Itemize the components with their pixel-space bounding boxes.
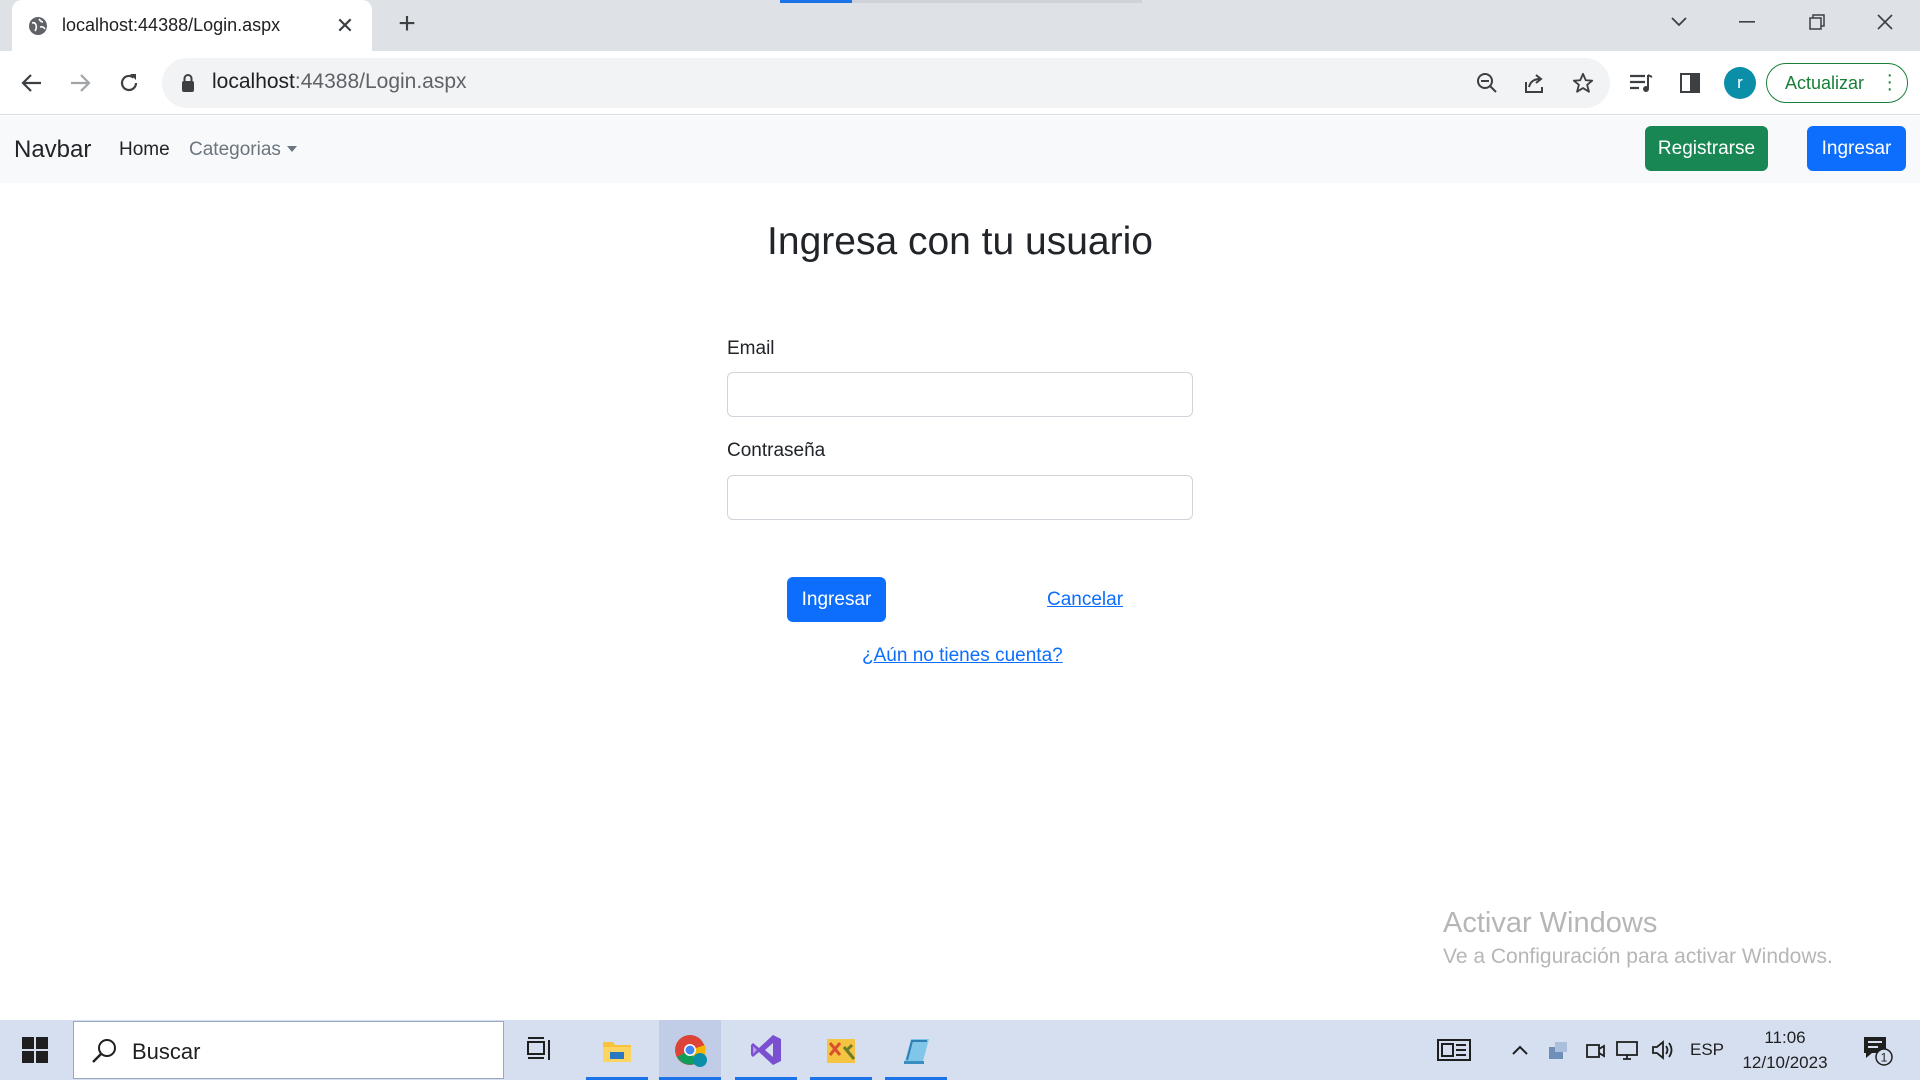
register-button[interactable]: Registrarse bbox=[1645, 126, 1768, 171]
nav-dropdown-categories[interactable]: Categorias bbox=[189, 139, 297, 161]
password-label: Contraseña bbox=[727, 440, 826, 461]
browser-toolbar: localhost:44388/Login.aspx r Actualizar … bbox=[0, 51, 1920, 115]
share-icon[interactable] bbox=[1520, 68, 1550, 98]
taskbar-clock[interactable]: 11:06 12/10/2023 bbox=[1740, 1025, 1830, 1075]
tab-loading-indicator bbox=[780, 0, 852, 3]
new-tab-button[interactable]: + bbox=[392, 9, 422, 40]
page-title: Ingresa con tu usuario bbox=[767, 220, 1153, 263]
reload-icon[interactable] bbox=[109, 63, 149, 103]
cancel-link[interactable]: Cancelar bbox=[1047, 589, 1123, 611]
navbar-login-button[interactable]: Ingresar bbox=[1807, 126, 1906, 171]
forward-arrow-icon[interactable] bbox=[60, 63, 100, 103]
media-control-icon[interactable] bbox=[1621, 63, 1661, 103]
clock-time: 11:06 bbox=[1764, 1028, 1806, 1047]
windows-start-icon[interactable] bbox=[10, 1020, 60, 1080]
signup-link[interactable]: ¿Aún no tienes cuenta? bbox=[862, 645, 1063, 667]
tab-title: localhost:44388/Login.aspx bbox=[62, 15, 281, 35]
restore-icon[interactable] bbox=[1782, 0, 1852, 44]
taskbar-search-placeholder: Buscar bbox=[132, 1039, 201, 1064]
show-hidden-icons-chevron-icon[interactable] bbox=[1505, 1020, 1535, 1080]
lock-icon[interactable] bbox=[180, 73, 196, 93]
windows-taskbar: Buscar ESP 11:06 12/10/2023 1 bbox=[0, 1020, 1920, 1080]
email-field[interactable] bbox=[727, 372, 1193, 417]
notification-count: 1 bbox=[1881, 1051, 1888, 1065]
back-arrow-icon[interactable] bbox=[12, 63, 52, 103]
notepad-icon[interactable] bbox=[885, 1020, 947, 1080]
site-navbar: Navbar Home Categorias Registrarse Ingre… bbox=[0, 116, 1920, 183]
sql-server-tray-icon[interactable] bbox=[1543, 1020, 1573, 1080]
nav-link-home[interactable]: Home bbox=[119, 139, 170, 161]
more-menu-icon[interactable]: · · · bbox=[1886, 65, 1893, 99]
zoom-out-icon[interactable] bbox=[1472, 68, 1502, 98]
url-host: localhost bbox=[212, 70, 295, 93]
url-text: localhost:44388/Login.aspx bbox=[212, 70, 467, 94]
activation-watermark-subtitle: Ve a Configuración para activar Windows. bbox=[1443, 945, 1833, 968]
volume-icon[interactable] bbox=[1648, 1020, 1678, 1080]
password-field[interactable] bbox=[727, 475, 1193, 520]
browser-tab[interactable]: localhost:44388/Login.aspx ✕ bbox=[12, 0, 372, 51]
nav-categories-label: Categorias bbox=[189, 139, 281, 160]
task-view-icon[interactable] bbox=[509, 1020, 571, 1080]
chrome-icon[interactable] bbox=[659, 1020, 721, 1080]
close-window-icon[interactable] bbox=[1850, 0, 1920, 44]
meet-now-icon[interactable] bbox=[1580, 1020, 1610, 1080]
globe-icon bbox=[29, 16, 47, 35]
taskbar-search-input[interactable]: Buscar bbox=[73, 1021, 504, 1079]
url-path: :44388/Login.aspx bbox=[294, 70, 467, 93]
network-icon[interactable] bbox=[1612, 1020, 1642, 1080]
login-submit-button[interactable]: Ingresar bbox=[787, 577, 886, 622]
bookmark-star-icon[interactable] bbox=[1568, 68, 1598, 98]
file-explorer-icon[interactable] bbox=[586, 1020, 648, 1080]
sql-tools-icon[interactable] bbox=[810, 1020, 872, 1080]
tab-close-icon[interactable]: ✕ bbox=[334, 13, 356, 39]
search-icon bbox=[92, 1039, 116, 1063]
visual-studio-icon[interactable] bbox=[735, 1020, 797, 1080]
side-panel-icon[interactable] bbox=[1670, 63, 1710, 103]
notifications-icon[interactable]: 1 bbox=[1855, 1020, 1899, 1080]
clock-date: 12/10/2023 bbox=[1742, 1053, 1828, 1072]
language-indicator[interactable]: ESP bbox=[1686, 1020, 1728, 1080]
minimize-icon[interactable] bbox=[1712, 0, 1782, 44]
address-bar[interactable]: localhost:44388/Login.aspx bbox=[162, 58, 1610, 108]
caret-down-icon bbox=[286, 146, 297, 152]
update-browser-button[interactable]: Actualizar · · · bbox=[1766, 63, 1908, 103]
navbar-brand[interactable]: Navbar bbox=[14, 136, 91, 164]
update-label: Actualizar bbox=[1785, 72, 1865, 93]
profile-avatar[interactable]: r bbox=[1724, 67, 1756, 99]
browser-tab-strip: localhost:44388/Login.aspx ✕ + bbox=[0, 0, 1920, 51]
tab-search-chevron-icon[interactable] bbox=[1644, 0, 1714, 44]
activation-watermark-title: Activar Windows bbox=[1443, 907, 1658, 939]
news-widget-icon[interactable] bbox=[1432, 1020, 1476, 1080]
email-label: Email bbox=[727, 338, 775, 359]
tab-loading-track bbox=[852, 0, 1142, 3]
